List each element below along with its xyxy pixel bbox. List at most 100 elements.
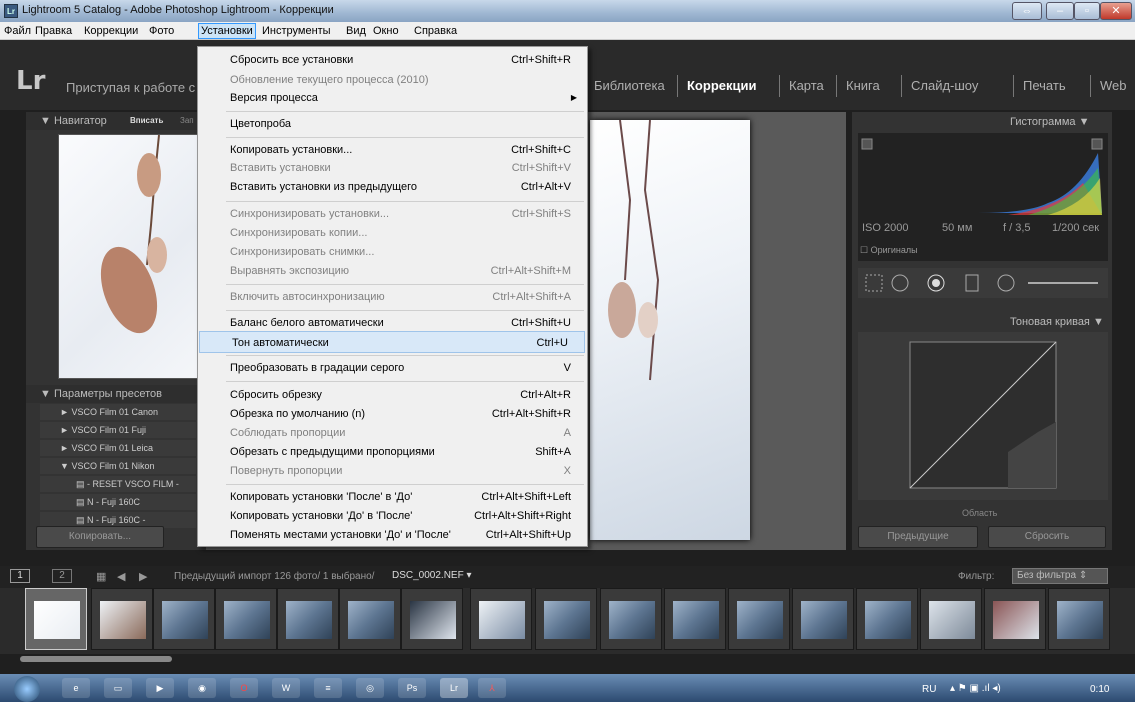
settings-dropdown-menu: Сбросить все установки Ctrl+Shift+R Обнов…: [197, 46, 588, 547]
filmstrip-thumb[interactable]: [984, 588, 1046, 650]
menu-item-swap-before-after[interactable]: Поменять местами установки 'До' и 'После…: [198, 524, 587, 546]
histogram-title[interactable]: Гистограмма ▼: [1010, 116, 1089, 128]
menu-item-match-exposure[interactable]: Выравнять экспозицию Ctrl+Alt+Shift+M: [198, 260, 587, 282]
minimize-button[interactable]: –: [1046, 2, 1074, 20]
filmstrip-thumb[interactable]: [470, 588, 532, 650]
preset-item[interactable]: ▤ - RESET VSCO FILM -: [40, 476, 196, 492]
menu-view[interactable]: Вид: [346, 25, 366, 37]
start-button[interactable]: [14, 676, 40, 702]
filmstrip-thumb[interactable]: [535, 588, 597, 650]
preset-item[interactable]: ► VSCO Film 01 Canon: [40, 404, 196, 420]
navigator-title: ▼ Навигатор: [40, 115, 107, 127]
tool-strip: [858, 268, 1108, 298]
navigator-preview[interactable]: [58, 134, 198, 379]
close-button[interactable]: ✕: [1100, 2, 1132, 20]
filmstrip-thumb[interactable]: [339, 588, 401, 650]
lightroom-app-icon: Lr: [4, 4, 18, 18]
menu-window[interactable]: Окно: [373, 25, 399, 37]
expand-icon: ►: [60, 425, 69, 435]
media-icon[interactable]: ▶: [146, 678, 174, 698]
monitor-2-button[interactable]: 2: [52, 569, 72, 583]
menu-separator: [226, 111, 584, 112]
menu-settings[interactable]: Установки: [198, 23, 256, 39]
explorer-icon[interactable]: ▭: [104, 678, 132, 698]
navigator-fit[interactable]: Вписать: [130, 116, 163, 125]
filmstrip-thumb[interactable]: [401, 588, 463, 650]
chrome-icon[interactable]: ◉: [188, 678, 216, 698]
module-web[interactable]: Web: [1100, 78, 1127, 93]
filmstrip-thumb[interactable]: [1048, 588, 1110, 650]
notepad-icon[interactable]: ≡: [314, 678, 342, 698]
grid-icon[interactable]: ▦: [96, 570, 106, 583]
photoshop-icon[interactable]: Ps: [398, 678, 426, 698]
clock[interactable]: 0:10: [1090, 684, 1109, 695]
module-library[interactable]: Библиотека: [594, 78, 665, 93]
filmstrip-thumb[interactable]: [856, 588, 918, 650]
menu-develop[interactable]: Коррекции: [84, 25, 138, 37]
collapse-icon: ▼: [60, 461, 69, 471]
menu-item-auto-sync[interactable]: Включить автосинхронизацию Ctrl+Alt+Shift…: [198, 286, 587, 308]
filmstrip-thumb[interactable]: [920, 588, 982, 650]
menu-help[interactable]: Справка: [414, 25, 457, 37]
tone-curve[interactable]: [858, 332, 1108, 500]
histogram[interactable]: [858, 133, 1108, 261]
module-develop[interactable]: Коррекции: [687, 78, 756, 93]
filter-dropdown[interactable]: Без фильтра ⇕: [1012, 568, 1108, 584]
back-arrow-icon[interactable]: ◀: [117, 570, 125, 583]
filmstrip-filename[interactable]: DSC_0002.NEF ▾: [392, 570, 472, 581]
menu-item-process-version[interactable]: Версия процесса ▶: [198, 87, 587, 109]
filmstrip-thumb[interactable]: [91, 588, 153, 650]
tone-curve-title[interactable]: Тоновая кривая ▼: [1010, 316, 1104, 328]
maximize-button[interactable]: ▫: [1074, 2, 1100, 20]
previous-button[interactable]: Предыдущие: [858, 526, 978, 548]
originals-checkbox[interactable]: ☐ Оригиналы: [860, 245, 918, 256]
filmstrip-thumb[interactable]: [215, 588, 277, 650]
preset-item[interactable]: ► VSCO Film 01 Fuji: [40, 422, 196, 438]
preset-item[interactable]: ▼ VSCO Film 01 Nikon: [40, 458, 196, 474]
filmstrip-thumb[interactable]: [277, 588, 339, 650]
main-photo[interactable]: [590, 119, 750, 540]
menu-edit[interactable]: Правка: [35, 25, 72, 37]
menu-item-rotate-aspect[interactable]: Повернуть пропорции X: [198, 460, 587, 482]
module-slideshow[interactable]: Слайд-шоу: [911, 78, 978, 93]
camera-icon[interactable]: ◎: [356, 678, 384, 698]
menu-tools[interactable]: Инструменты: [262, 25, 331, 37]
reset-button[interactable]: Сбросить: [988, 526, 1106, 548]
tray-icons[interactable]: ▴ ⚑ ▣ .ıl ◂): [950, 683, 1001, 694]
menu-photo[interactable]: Фото: [149, 25, 174, 37]
navigator-fill[interactable]: Зап: [180, 116, 194, 125]
getting-started-text[interactable]: Приступая к работе с L: [66, 80, 206, 95]
monitor-1-button[interactable]: 1: [10, 569, 30, 583]
filmstrip-scrollbar[interactable]: [20, 656, 172, 662]
ie-icon[interactable]: e: [62, 678, 90, 698]
filmstrip-thumb[interactable]: [153, 588, 215, 650]
menu-separator: [226, 355, 584, 356]
menu-item-paste-previous[interactable]: Вставить установки из предыдущего Ctrl+Al…: [198, 176, 587, 198]
menu-file[interactable]: Файл: [4, 25, 31, 37]
filmstrip-thumb[interactable]: [792, 588, 854, 650]
lightroom-taskbar-icon[interactable]: Lr: [440, 678, 468, 698]
menu-item-auto-tone[interactable]: Тон автоматически Ctrl+U: [199, 331, 585, 353]
restore-small-button[interactable]: ⇔: [1012, 2, 1042, 20]
menu-item-reset-all[interactable]: Сбросить все установки Ctrl+Shift+R: [198, 49, 587, 71]
module-print[interactable]: Печать: [1023, 78, 1066, 93]
opera-icon[interactable]: O: [230, 678, 258, 698]
menu-item-soft-proof[interactable]: Цветопроба: [198, 113, 587, 135]
filmstrip-thumb[interactable]: [728, 588, 790, 650]
filmstrip-thumb-selected[interactable]: [25, 588, 87, 650]
forward-arrow-icon[interactable]: ▶: [139, 570, 147, 583]
preset-item[interactable]: ▤ N - Fuji 160C: [40, 494, 196, 510]
title-bar: Lr Lightroom 5 Catalog - Adobe Photoshop…: [0, 0, 1135, 22]
menu-item-grayscale[interactable]: Преобразовать в градации серого V: [198, 357, 587, 379]
module-book[interactable]: Книга: [846, 78, 880, 93]
copy-settings-button[interactable]: Копировать...: [36, 526, 164, 548]
region-label: Область: [962, 508, 998, 518]
preset-item[interactable]: ► VSCO Film 01 Leica: [40, 440, 196, 456]
acrobat-icon[interactable]: ⅄: [478, 678, 506, 698]
word-icon[interactable]: W: [272, 678, 300, 698]
iso-value: ISO 2000: [862, 222, 909, 234]
filmstrip-thumb[interactable]: [664, 588, 726, 650]
language-indicator[interactable]: RU: [922, 684, 936, 695]
filmstrip-thumb[interactable]: [600, 588, 662, 650]
module-map[interactable]: Карта: [789, 78, 824, 93]
